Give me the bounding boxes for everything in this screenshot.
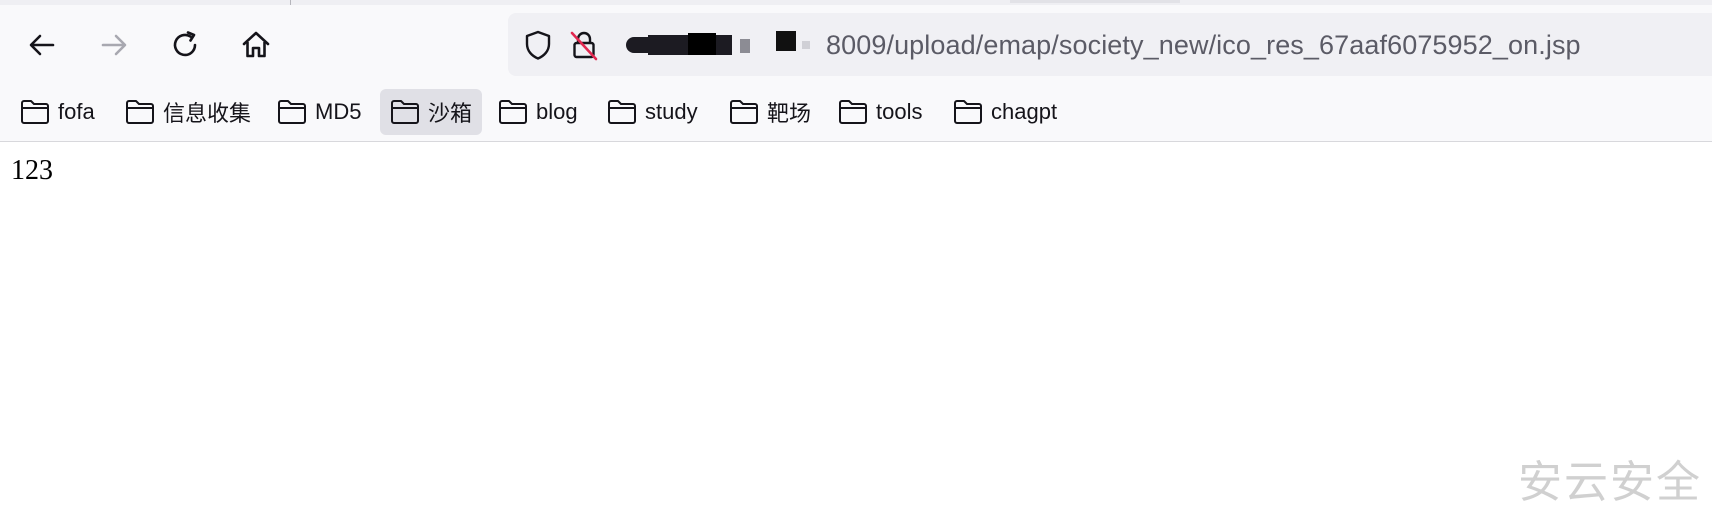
bookmark-label: 信息收集 <box>163 101 252 126</box>
site-security-button[interactable] <box>520 27 556 63</box>
folder-icon <box>125 99 155 125</box>
forward-button[interactable] <box>91 22 137 68</box>
redacted-host <box>626 31 826 61</box>
bookmark-label: MD5 <box>315 99 362 124</box>
browser-toolbar: 8009/upload/emap/society_new/ico_res_67a… <box>0 0 1712 142</box>
bookmarks-toolbar: fofa 信息收集 MD5 沙箱 blog study 靶场 tools cha… <box>0 86 1712 138</box>
folder-icon <box>953 99 983 125</box>
tab-shadow <box>1010 0 1180 3</box>
page-content: 123 安云安全 <box>0 142 1712 516</box>
folder-icon <box>607 99 637 125</box>
arrow-right-icon <box>101 34 127 56</box>
reload-icon <box>173 31 197 57</box>
folder-icon <box>498 99 528 125</box>
shield-icon <box>525 30 551 60</box>
bookmark-label: 沙箱 <box>428 101 473 126</box>
folder-icon <box>838 99 868 125</box>
home-button[interactable] <box>233 22 279 68</box>
bookmark-label: chagpt <box>991 99 1058 124</box>
bookmark-label: fofa <box>58 99 95 124</box>
back-button[interactable] <box>19 22 65 68</box>
address-bar[interactable]: 8009/upload/emap/society_new/ico_res_67a… <box>508 13 1712 76</box>
folder-icon <box>277 99 307 125</box>
home-icon <box>242 31 270 58</box>
url-text[interactable]: 8009/upload/emap/society_new/ico_res_67a… <box>826 27 1581 63</box>
bookmark-label: tools <box>876 99 923 124</box>
bookmark-label: blog <box>536 99 578 124</box>
bookmark-folder-chagpt[interactable]: chagpt <box>943 89 1067 135</box>
bookmark-folder-blog[interactable]: blog <box>488 89 588 135</box>
bookmark-label: study <box>645 99 698 124</box>
page-body-text: 123 <box>11 155 53 186</box>
arrow-left-icon <box>29 34 55 56</box>
tab-strip-edge <box>0 0 1712 5</box>
bookmark-folder-study[interactable]: study <box>597 89 708 135</box>
bookmark-folder-tools[interactable]: tools <box>828 89 932 135</box>
connection-insecure-button[interactable] <box>566 27 602 63</box>
bookmark-folder-sandbox[interactable]: 沙箱 <box>380 89 483 135</box>
folder-icon <box>20 99 50 125</box>
bookmark-folder-md5[interactable]: MD5 <box>267 89 371 135</box>
reload-button[interactable] <box>162 22 208 68</box>
bookmark-folder-fofa[interactable]: fofa <box>10 89 105 135</box>
insecure-lock-icon <box>570 31 598 61</box>
bookmark-folder-info-gathering[interactable]: 信息收集 <box>115 89 261 135</box>
watermark: 安云安全 <box>1518 457 1702 508</box>
folder-icon <box>390 99 420 125</box>
folder-icon <box>729 99 759 125</box>
bookmark-label: 靶场 <box>767 101 812 126</box>
tab-divider <box>290 0 291 5</box>
bookmark-folder-range[interactable]: 靶场 <box>719 89 821 135</box>
